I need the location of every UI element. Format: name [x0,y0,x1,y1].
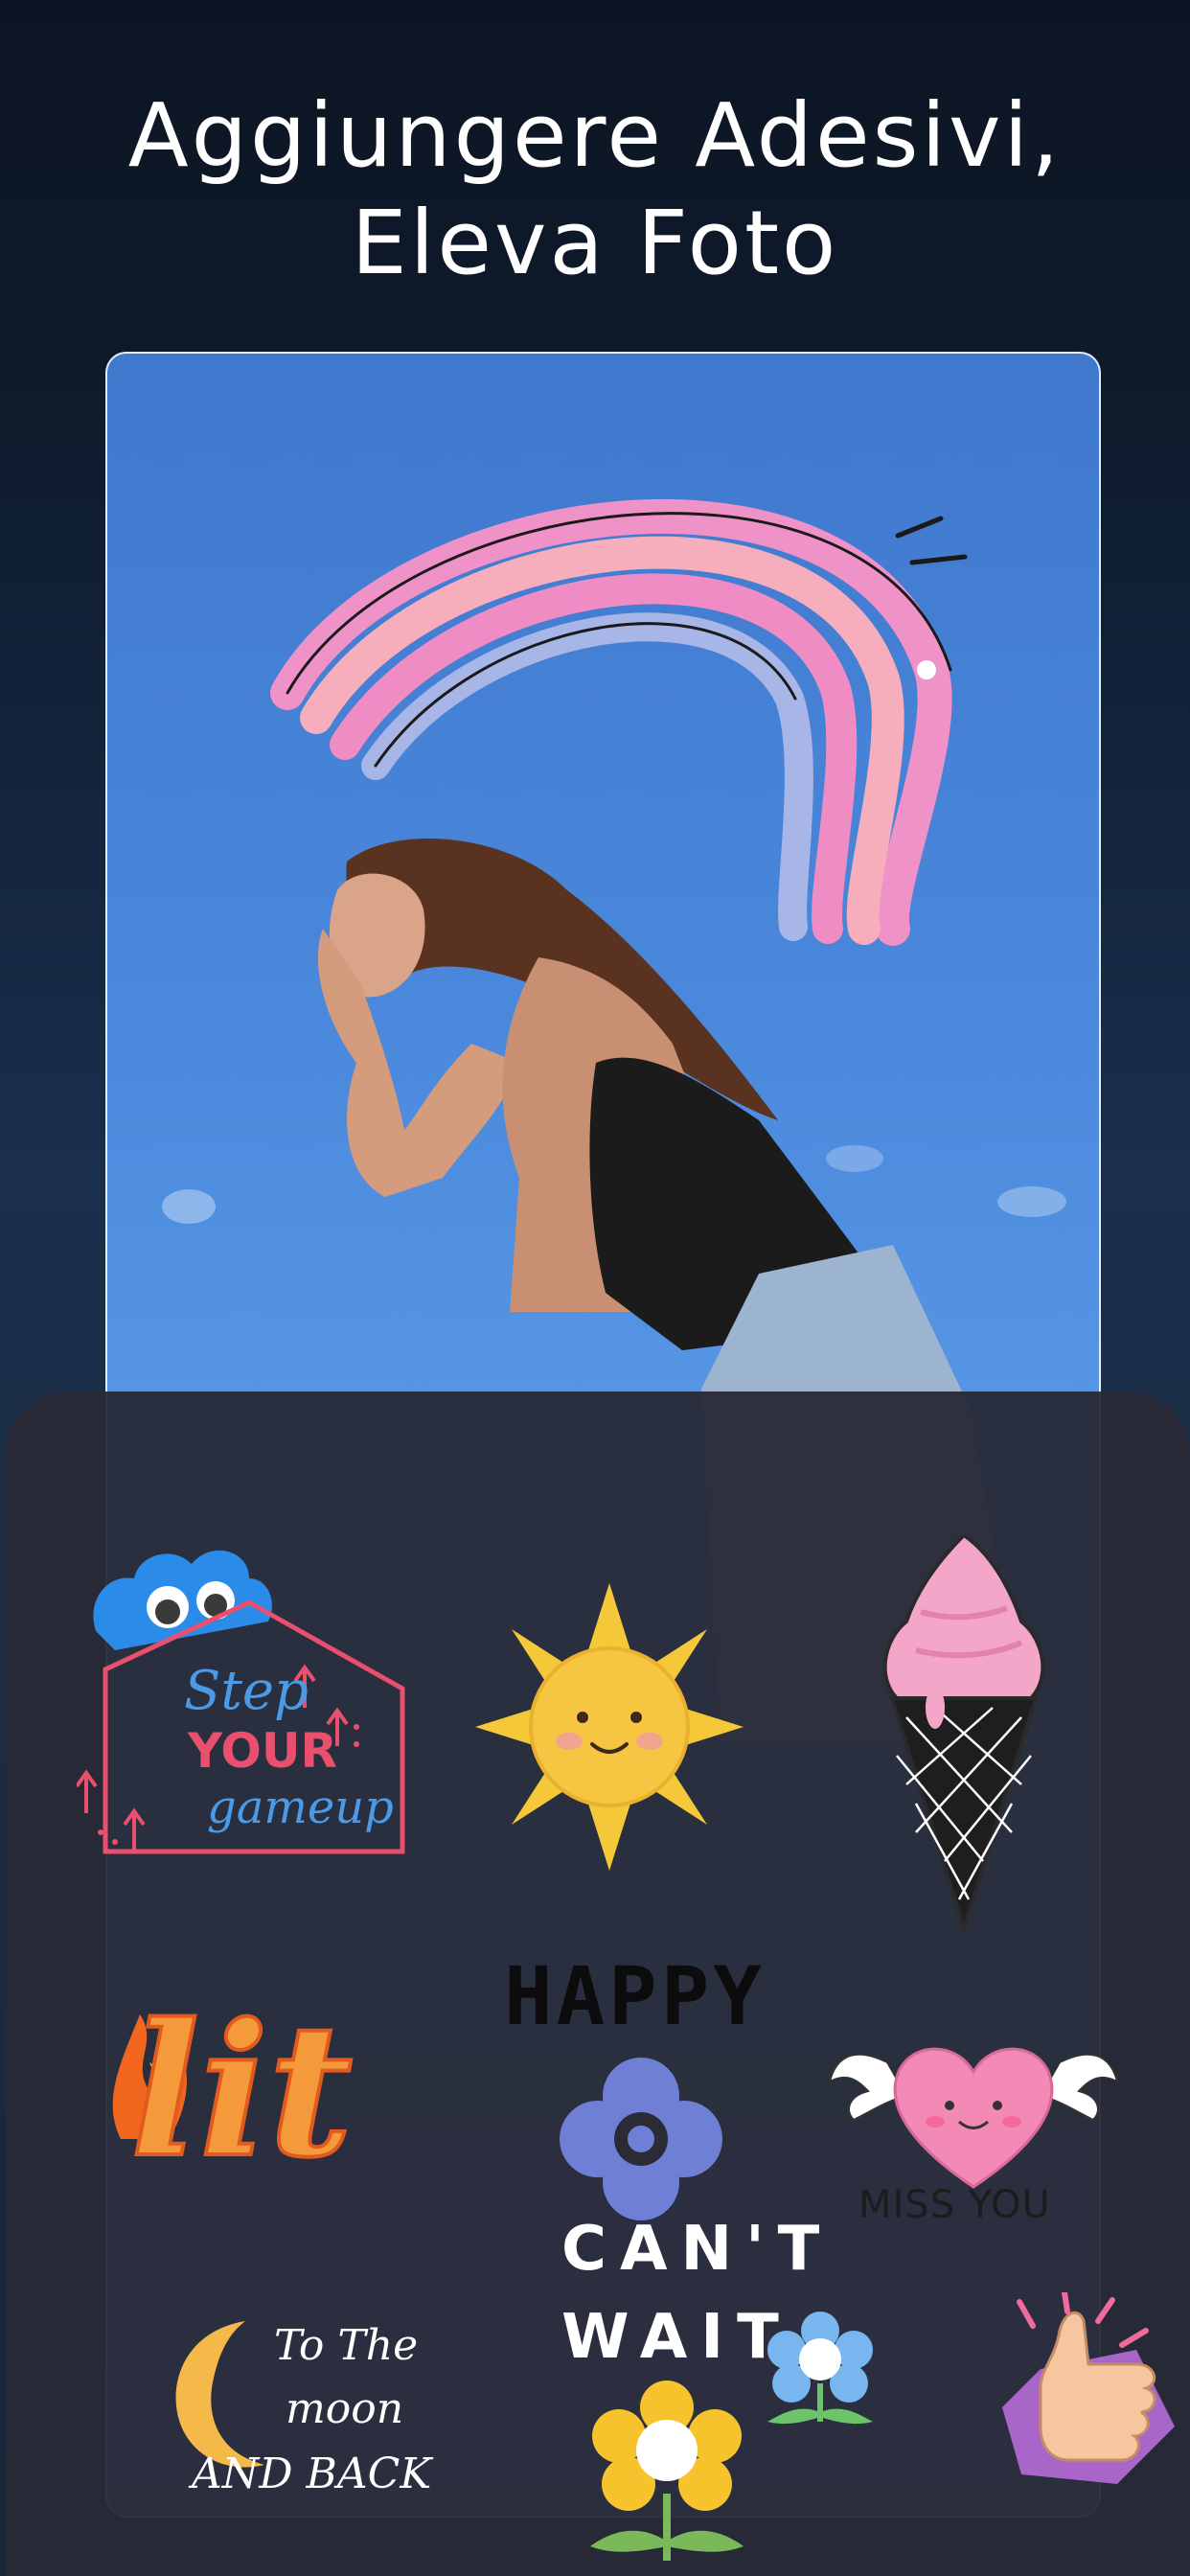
gameup-text: gameup [207,1781,394,1834]
yellow-flower-icon [590,2380,744,2561]
lit-text: lit [128,1984,355,2197]
moon-line-3: AND BACK [192,2450,432,2498]
cant-text[interactable]: CAN'T [561,2214,833,2285]
sticker-sun[interactable] [475,1583,744,1871]
sun-icon [475,1583,744,1871]
small-flower-icon [767,2312,873,2425]
ice-cream-icon [882,1532,1045,1935]
step-text: Step [184,1660,309,1722]
sticker-step-your-gameup[interactable]: Step YOUR gameup [77,1526,422,1871]
moon-line-2: moon [286,2384,404,2433]
moon-line-1: To The [274,2321,419,2370]
sticker-thumbs-up[interactable] [1002,2289,1175,2484]
thumbs-up-icon [1002,2289,1175,2484]
sticker-lit[interactable]: lit [111,1993,466,2196]
sticker-blue-flower[interactable] [560,2058,722,2220]
heart-icon [830,2047,1117,2189]
sticker-ice-cream[interactable] [878,1532,1050,1938]
sticker-yellow-flower[interactable] [581,2379,753,2570]
flower-icon [560,2058,722,2220]
miss-you-text: MISS YOU [858,2183,1051,2227]
sticker-small-flower[interactable] [758,2307,882,2431]
sticker-happy[interactable]: HAPPY [504,1949,766,2043]
sticker-moon[interactable]: To The moon AND BACK [169,2302,456,2498]
sticker-winged-heart[interactable]: MISS YOU [830,2005,1117,2235]
headline-line-2: Eleva Foto [351,192,839,294]
your-text: YOUR [188,1723,338,1779]
sticker-panel: Step YOUR gameup lit HAPPY CAN'T WAIT MI… [6,1392,1190,2576]
headline-line-1: Aggiungere Adesivi, [127,84,1063,187]
page-headline: Aggiungere Adesivi, Eleva Foto [0,82,1190,297]
